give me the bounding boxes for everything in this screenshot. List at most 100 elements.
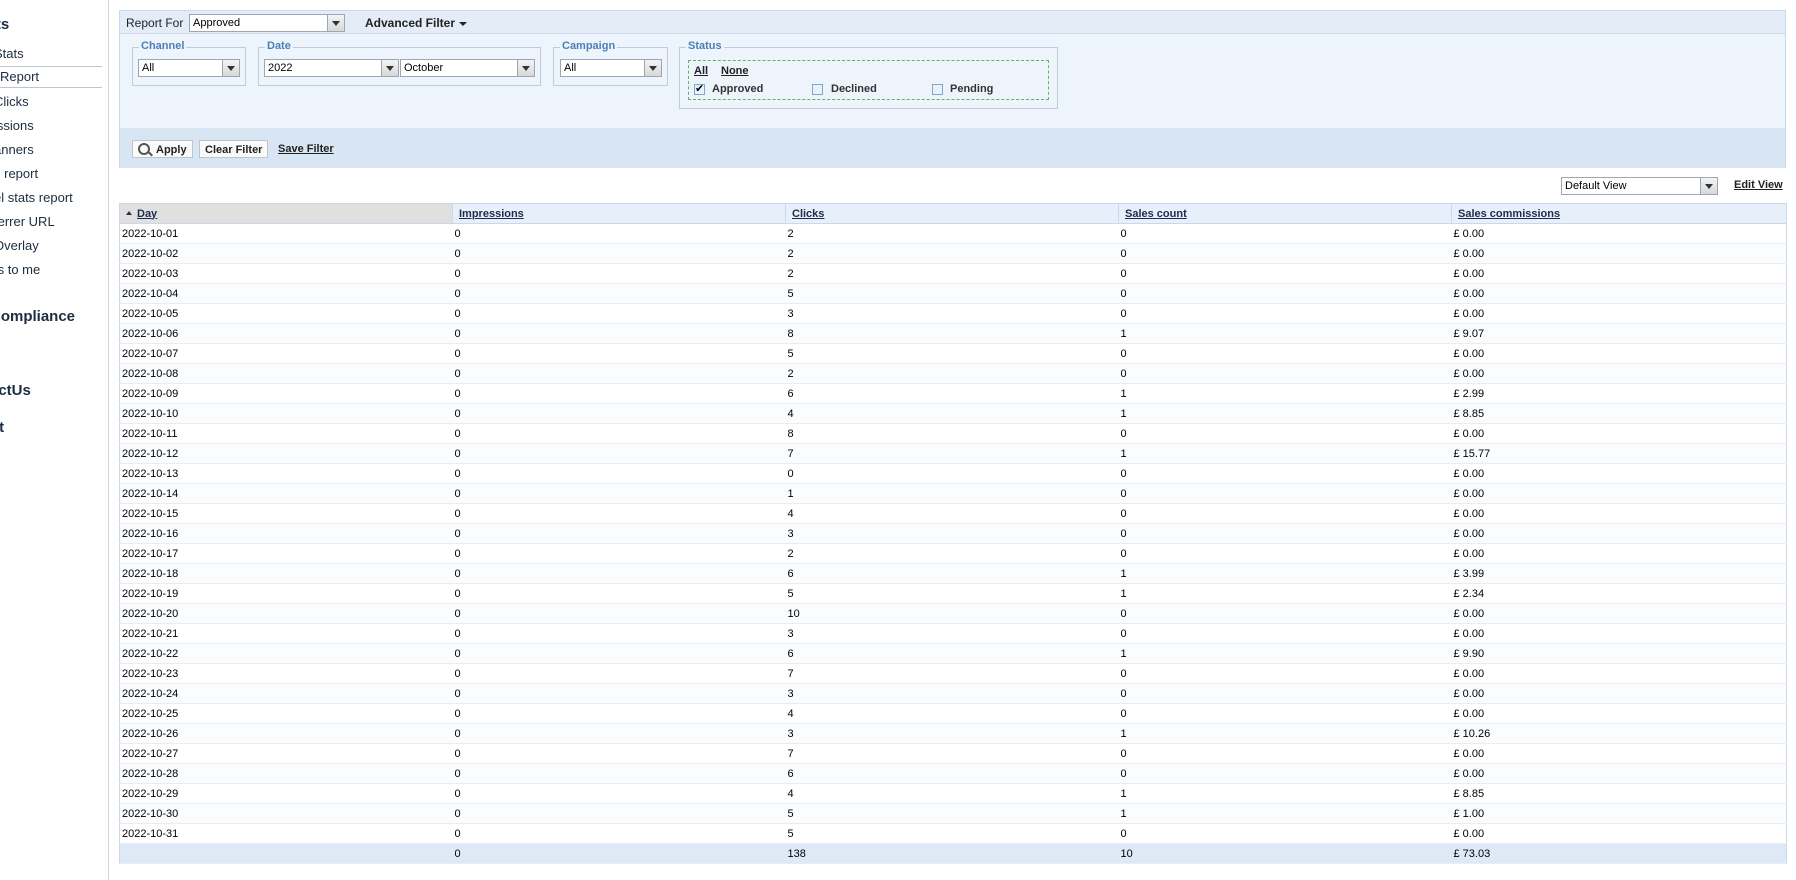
table-row[interactable]: 2022-10-18 0 6 1 £ 3.99 [119, 563, 1787, 584]
cell-sales-commissions: £ 0.00 [1451, 763, 1787, 784]
cell-sales-commissions: £ 0.00 [1451, 463, 1787, 484]
cell-sales-count: 1 [1118, 383, 1452, 404]
table-row[interactable]: 2022-10-09 0 6 1 £ 2.99 [119, 383, 1787, 404]
table-row[interactable]: 2022-10-19 0 5 1 £ 2.34 [119, 583, 1787, 604]
cell-sales-commissions: £ 0.00 [1451, 423, 1787, 444]
cell-sales-commissions: £ 0.00 [1451, 243, 1787, 264]
cell-sales-count: 1 [1118, 563, 1452, 584]
sidebar-section-compliance[interactable]: Compliance [0, 308, 75, 325]
col-header-sales-count[interactable]: Sales count [1118, 203, 1452, 224]
cell-clicks: 3 [785, 623, 1119, 644]
cell-sales-count: 0 [1118, 683, 1452, 704]
table-row[interactable]: 2022-10-15 0 4 0 £ 0.00 [119, 503, 1787, 524]
cell-clicks: 5 [785, 583, 1119, 604]
total-cell-day [119, 843, 453, 864]
status-box: All None Approved Declined Pending [688, 60, 1049, 100]
declined-checkbox[interactable] [812, 84, 823, 95]
sidebar-item-overlay[interactable]: Overlay [0, 238, 39, 253]
table-row[interactable]: 2022-10-06 0 8 1 £ 9.07 [119, 323, 1787, 344]
sidebar-item-channel-stats-report[interactable]: el stats report [0, 190, 73, 205]
col-header-sales-commissions[interactable]: Sales commissions [1451, 203, 1787, 224]
table-row[interactable]: 2022-10-07 0 5 0 £ 0.00 [119, 343, 1787, 364]
channel-select[interactable]: All [138, 59, 240, 77]
table-row[interactable]: 2022-10-17 0 2 0 £ 0.00 [119, 543, 1787, 564]
col-header-clicks[interactable]: Clicks [785, 203, 1119, 224]
cell-impressions: 0 [452, 823, 786, 844]
table-row[interactable]: 2022-10-12 0 7 1 £ 15.77 [119, 443, 1787, 464]
sidebar-item-clicks[interactable]: Clicks [0, 94, 29, 109]
campaign-select[interactable]: All [560, 59, 662, 77]
sidebar-item-report[interactable]: Report [0, 66, 102, 88]
table-row[interactable]: 2022-10-16 0 3 0 £ 0.00 [119, 523, 1787, 544]
date-year-select[interactable]: 2022 [264, 59, 399, 77]
advanced-filter-toggle[interactable]: Advanced Filter [365, 16, 468, 30]
table-row[interactable]: 2022-10-28 0 6 0 £ 0.00 [119, 763, 1787, 784]
date-month-select[interactable]: October [400, 59, 535, 77]
sidebar-section-logout[interactable]: ut [0, 419, 4, 436]
cell-clicks: 5 [785, 823, 1119, 844]
cell-sales-count: 0 [1118, 663, 1452, 684]
sidebar-section-contactus[interactable]: actUs [0, 382, 31, 399]
table-row[interactable]: 2022-10-25 0 4 0 £ 0.00 [119, 703, 1787, 724]
apply-button[interactable]: Apply [132, 140, 193, 158]
table-row[interactable]: 2022-10-01 0 2 0 £ 0.00 [119, 223, 1787, 244]
table-row[interactable]: 2022-10-30 0 5 1 £ 1.00 [119, 803, 1787, 824]
total-cell-clicks: 138 [785, 843, 1119, 864]
table-row[interactable]: 2022-10-04 0 5 0 £ 0.00 [119, 283, 1787, 304]
table-row[interactable]: 2022-10-10 0 4 1 £ 8.85 [119, 403, 1787, 424]
table-row[interactable]: 2022-10-20 0 10 0 £ 0.00 [119, 603, 1787, 624]
table-row[interactable]: 2022-10-22 0 6 1 £ 9.90 [119, 643, 1787, 664]
table-row[interactable]: 2022-10-24 0 3 0 £ 0.00 [119, 683, 1787, 704]
cell-clicks: 4 [785, 503, 1119, 524]
table-row[interactable]: 2022-10-27 0 7 0 £ 0.00 [119, 743, 1787, 764]
table-row[interactable]: 2022-10-02 0 2 0 £ 0.00 [119, 243, 1787, 264]
col-header-impressions[interactable]: Impressions [452, 203, 786, 224]
table-row[interactable]: 2022-10-21 0 3 0 £ 0.00 [119, 623, 1787, 644]
cell-day: 2022-10-26 [119, 723, 453, 744]
cell-sales-count: 0 [1118, 423, 1452, 444]
save-filter-link[interactable]: Save Filter [278, 143, 334, 155]
approved-checkbox[interactable] [694, 82, 705, 95]
table-row[interactable]: 2022-10-14 0 1 0 £ 0.00 [119, 483, 1787, 504]
total-cell-impressions: 0 [452, 843, 786, 864]
table-row[interactable]: 2022-10-29 0 4 1 £ 8.85 [119, 783, 1787, 804]
table-row[interactable]: 2022-10-13 0 0 0 £ 0.00 [119, 463, 1787, 484]
table-row[interactable]: 2022-10-08 0 2 0 £ 0.00 [119, 363, 1787, 384]
cell-day: 2022-10-13 [119, 463, 453, 484]
sort-asc-icon [126, 210, 132, 215]
status-legend: Status [686, 40, 724, 52]
sidebar-item-banners[interactable]: anners [0, 142, 34, 157]
table-row[interactable]: 2022-10-26 0 3 1 £ 10.26 [119, 723, 1787, 744]
cell-impressions: 0 [452, 223, 786, 244]
view-select[interactable]: Default View [1561, 177, 1718, 195]
status-none-link[interactable]: None [721, 65, 749, 77]
col-header-day[interactable]: Day [119, 203, 453, 224]
cell-clicks: 8 [785, 323, 1119, 344]
cell-clicks: 2 [785, 223, 1119, 244]
cell-day: 2022-10-23 [119, 663, 453, 684]
table-row[interactable]: 2022-10-11 0 8 0 £ 0.00 [119, 423, 1787, 444]
sidebar-item-commissions[interactable]: issions [0, 118, 34, 133]
sidebar-item-sales-report[interactable]: s report [0, 166, 38, 181]
clear-filter-button[interactable]: Clear Filter [199, 140, 269, 158]
table-row[interactable]: 2022-10-31 0 5 0 £ 0.00 [119, 823, 1787, 844]
table-body: 2022-10-01 0 2 0 £ 0.00 2022-10-02 0 2 0 £ 0.00 20… [119, 223, 1787, 864]
total-cell-sales-commissions: £ 73.03 [1451, 843, 1787, 864]
sidebar-item-reports-to-me[interactable]: ts to me [0, 262, 40, 277]
table-row[interactable]: 2022-10-23 0 7 0 £ 0.00 [119, 663, 1787, 684]
cell-clicks: 4 [785, 403, 1119, 424]
status-all-link[interactable]: All [694, 65, 708, 77]
table-row[interactable]: 2022-10-03 0 2 0 £ 0.00 [119, 263, 1787, 284]
report-for-select[interactable]: Approved [189, 14, 345, 32]
sidebar-item-referrer-url[interactable]: ferrer URL [0, 214, 55, 229]
table-row[interactable]: 2022-10-05 0 3 0 £ 0.00 [119, 303, 1787, 324]
edit-view-link[interactable]: Edit View [1734, 179, 1783, 191]
cell-impressions: 0 [452, 643, 786, 664]
cell-sales-count: 0 [1118, 483, 1452, 504]
sidebar-item-stats[interactable]: Stats [0, 46, 24, 61]
cell-sales-commissions: £ 9.07 [1451, 323, 1787, 344]
pending-checkbox[interactable] [932, 84, 943, 95]
magnifier-icon [138, 143, 150, 155]
cell-day: 2022-10-20 [119, 603, 453, 624]
sidebar-heading-reports: rts [0, 16, 10, 33]
